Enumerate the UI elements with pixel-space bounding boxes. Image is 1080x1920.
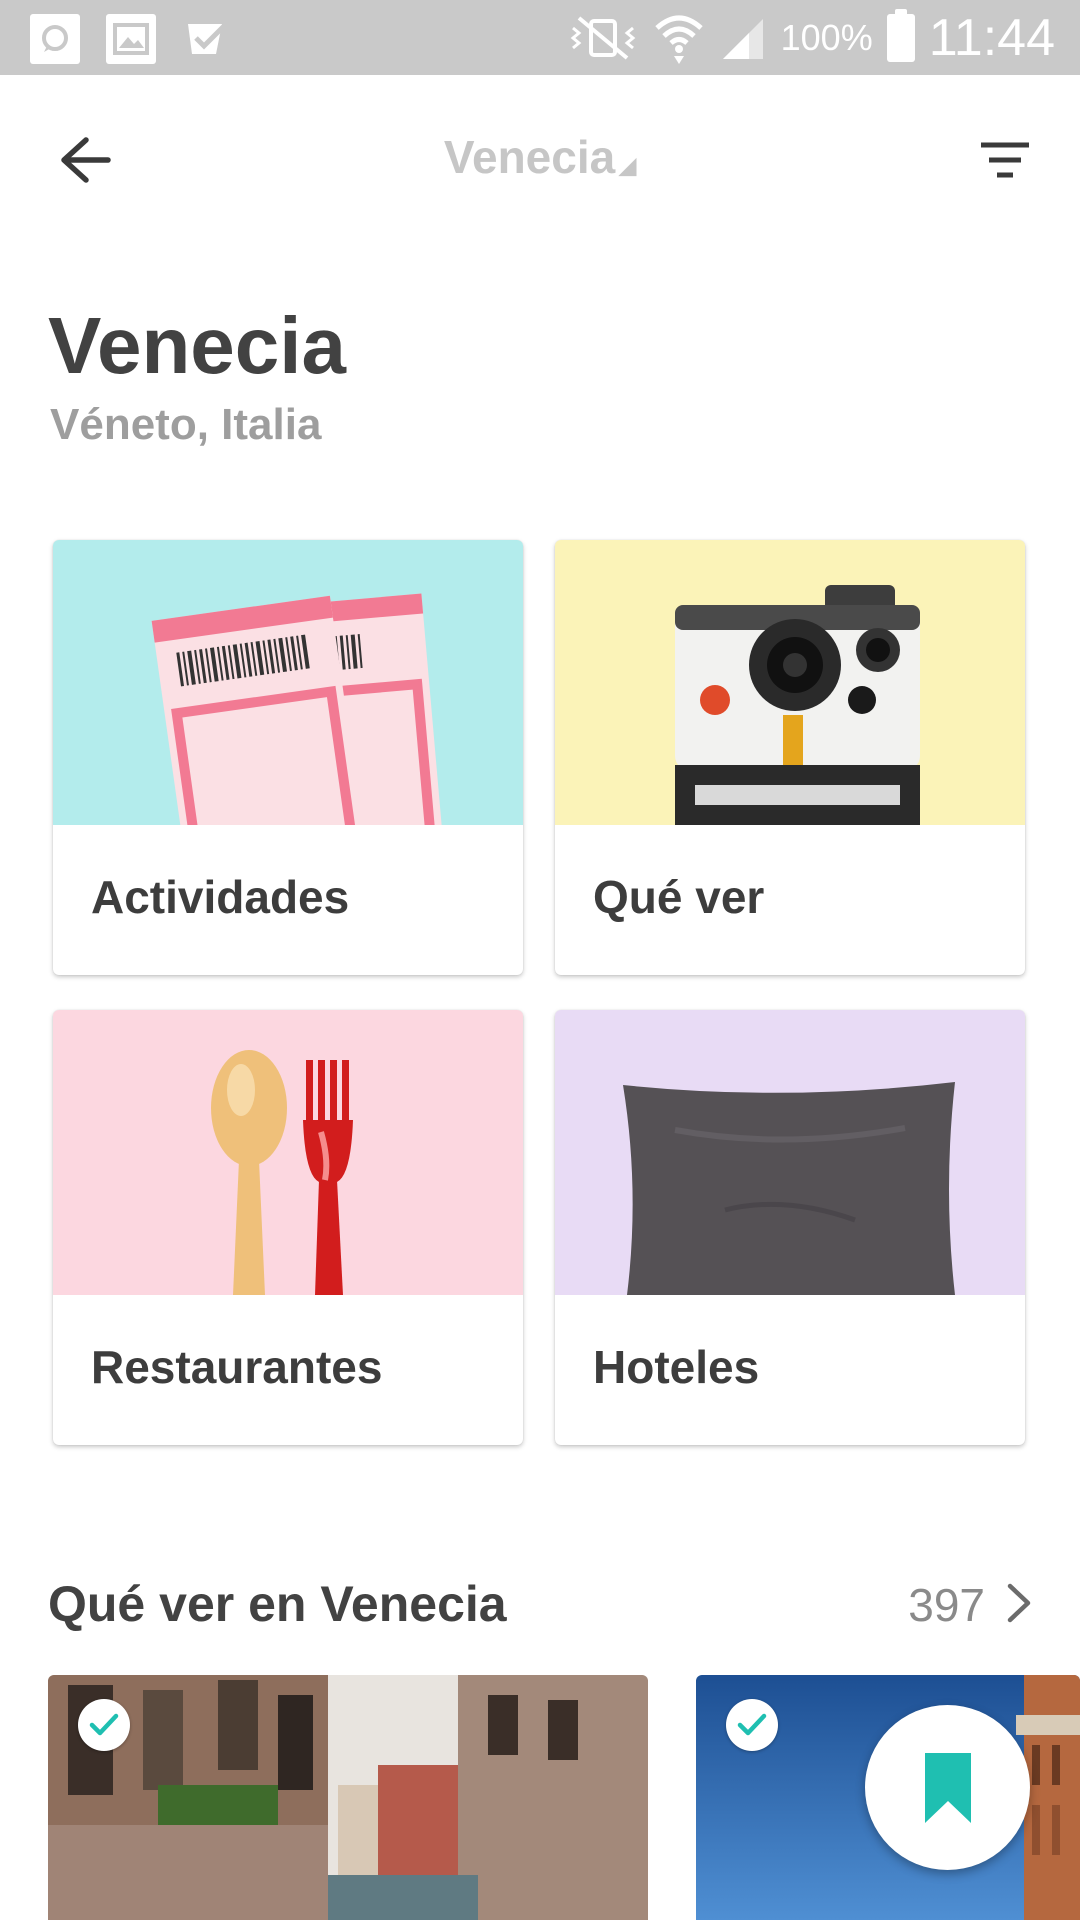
region-subtitle: Véneto, Italia	[50, 400, 322, 449]
bookmark-fab[interactable]	[865, 1705, 1030, 1870]
battery-percentage: 100%	[780, 16, 873, 58]
wifi-icon	[654, 15, 703, 64]
check-icon	[89, 1713, 119, 1736]
category-card-restaurantes[interactable]: Restaurantes	[53, 1010, 523, 1445]
pillow-image	[555, 1010, 1025, 1295]
vibrate-mute-icon	[570, 15, 635, 60]
clock: 11:44	[928, 8, 1055, 67]
city-title: Venecia	[48, 301, 347, 390]
messaging-icon	[30, 14, 80, 64]
status-system-icons: 100% 11:44	[567, 0, 1055, 75]
visited-check-badge[interactable]	[726, 1699, 778, 1751]
visited-check-badge[interactable]	[78, 1699, 130, 1751]
task-check-icon	[182, 14, 232, 64]
filter-icon	[981, 142, 1029, 178]
check-icon	[737, 1713, 767, 1736]
app-bar: Venecia ◢	[0, 75, 1080, 245]
spoon-fork-image	[53, 1010, 523, 1295]
status-bar: 100% 11:44	[0, 0, 1080, 75]
category-card-que-ver[interactable]: Qué ver	[555, 540, 1025, 975]
category-card-actividades[interactable]: Actividades	[53, 540, 523, 975]
dropdown-caret-icon: ◢	[619, 153, 637, 178]
status-notification-icons	[30, 14, 232, 64]
category-label: Qué ver	[593, 871, 765, 923]
category-card-hoteles[interactable]: Hoteles	[555, 1010, 1025, 1445]
tickets-image	[53, 540, 523, 825]
destination-title: Venecia	[443, 131, 616, 183]
category-label: Restaurantes	[91, 1341, 383, 1393]
chevron-right-icon[interactable]	[998, 1580, 1038, 1626]
category-label: Actividades	[91, 871, 350, 923]
section-title: Qué ver en Venecia	[48, 1576, 507, 1632]
filter-button[interactable]	[975, 133, 1035, 189]
battery-icon	[886, 8, 915, 62]
section-count[interactable]: 397	[908, 1578, 985, 1632]
bookmark-icon	[924, 1752, 971, 1823]
signal-icon	[722, 18, 763, 59]
attraction-thumbnail-canal[interactable]	[48, 1675, 648, 1920]
gallery-icon	[106, 14, 156, 64]
camera-image	[555, 540, 1025, 825]
destination-selector[interactable]: Venecia ◢	[0, 130, 1080, 184]
category-label: Hoteles	[593, 1341, 760, 1393]
